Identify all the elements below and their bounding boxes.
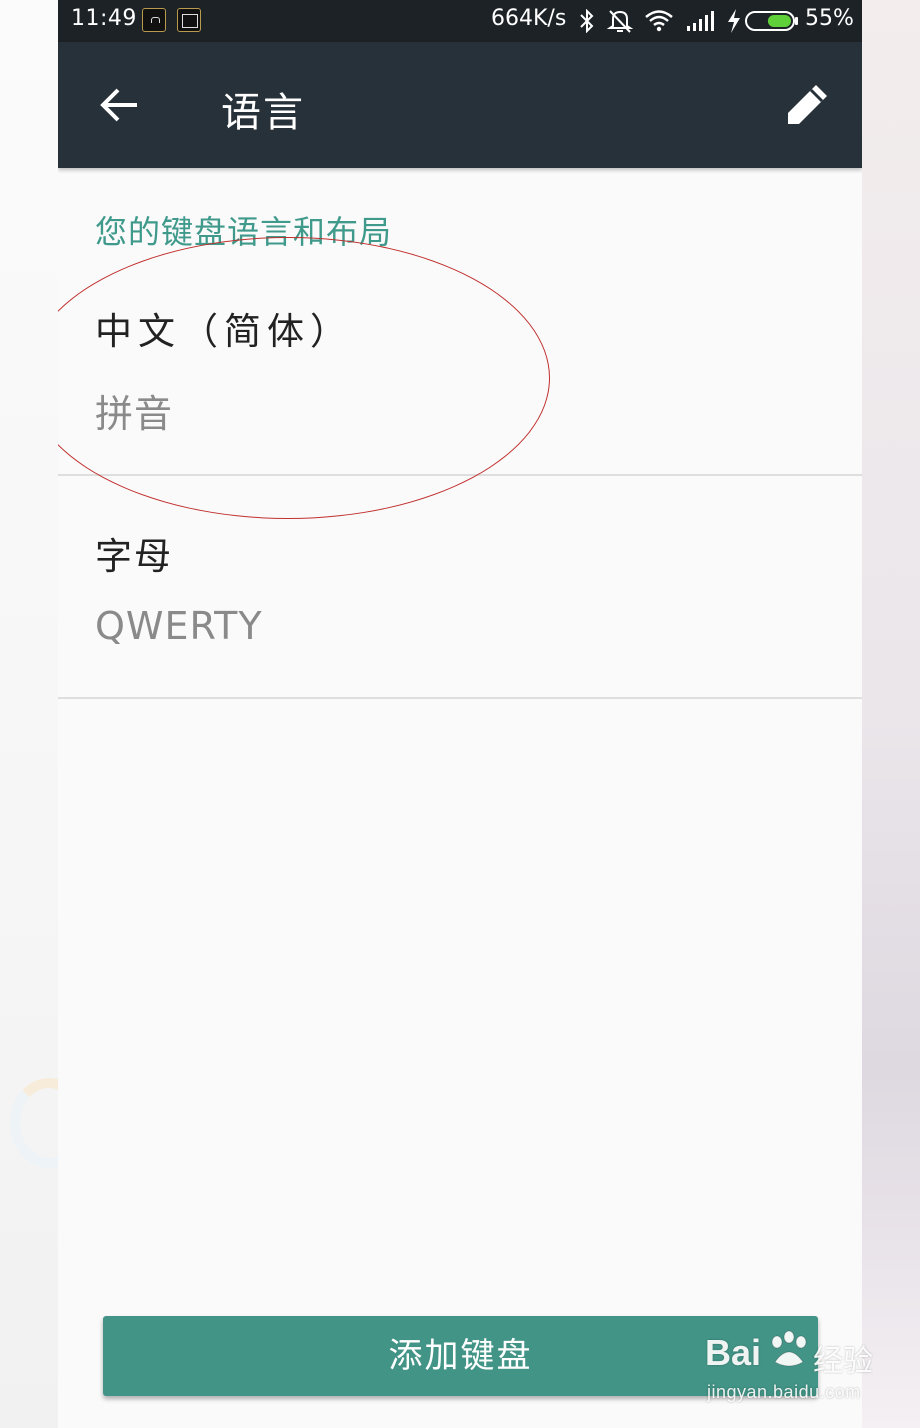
language-name: 中文（简体） [95,310,353,353]
language-item-letters[interactable]: 字母 QWERTY [58,476,862,699]
page-title: 语言 [221,90,305,136]
section-header: 您的键盘语言和布局 [95,213,393,251]
silent-bell-icon [606,10,634,33]
pencil-icon[interactable] [784,82,830,128]
language-item-chinese[interactable]: 中文（简体） 拼音 [58,253,862,476]
screenshot-notification-icon [177,8,201,32]
arrow-left-icon[interactable] [96,82,142,128]
status-time: 11:49 [71,6,137,31]
status-bar: 11:49 664K/s 55% [58,0,862,42]
app-notification-icon [142,8,166,32]
divider [58,697,862,699]
signal-icon [687,11,714,31]
phone-screen: 11:49 664K/s 55% 语言 您的键盘语言和布局 中文（简体） 拼音 … [58,0,862,1428]
charging-bolt-icon [728,9,740,33]
language-layout: 拼音 [95,392,174,436]
battery-percent: 55% [805,6,854,31]
bluetooth-icon [580,9,594,33]
language-layout: QWERTY [95,604,263,648]
network-speed: 664K/s [491,6,567,31]
language-name: 字母 [95,535,173,578]
wifi-icon [645,10,673,32]
background-left [0,0,58,1428]
battery-icon [745,11,798,31]
app-bar: 语言 [58,42,862,168]
background-right [862,0,920,1428]
add-keyboard-button[interactable]: 添加键盘 [103,1316,818,1396]
